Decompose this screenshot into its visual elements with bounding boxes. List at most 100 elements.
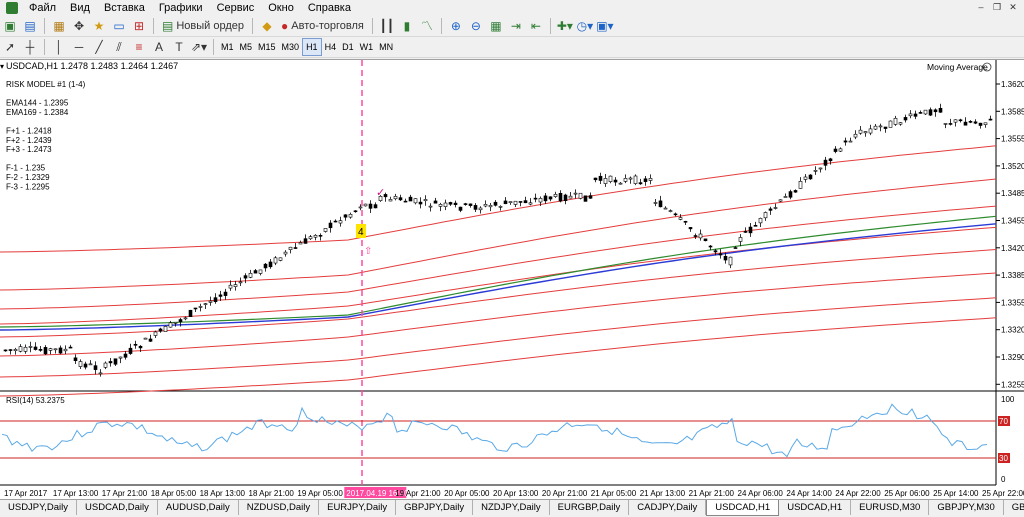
candle-body: [218, 294, 223, 297]
new-order-label: Новый ордер: [176, 20, 244, 32]
restore-icon[interactable]: ❐: [990, 1, 1004, 13]
candle-body: [238, 281, 243, 284]
strategy-tester-button[interactable]: ⊞: [130, 17, 148, 35]
timeframe-h4[interactable]: H4: [322, 39, 340, 55]
timeframe-mn[interactable]: MN: [376, 39, 396, 55]
timeframe-d1[interactable]: D1: [339, 39, 357, 55]
menu-tools[interactable]: Сервис: [210, 0, 262, 16]
candlestick-button[interactable]: ▮: [398, 17, 416, 35]
menu-view[interactable]: Вид: [63, 0, 97, 16]
candle-body: [738, 237, 743, 242]
menu-charts[interactable]: Графики: [152, 0, 210, 16]
candle-body: [23, 346, 28, 352]
new-chart-button[interactable]: ▣: [1, 17, 19, 35]
close-icon[interactable]: ✕: [1006, 1, 1020, 13]
indicators-button[interactable]: ✚▾: [556, 17, 574, 35]
templates-button[interactable]: ▣▾: [596, 17, 614, 35]
chart-tab[interactable]: GBPJPY,Daily: [396, 500, 474, 515]
market-watch-button[interactable]: ▦: [50, 17, 68, 35]
menu-help[interactable]: Справка: [301, 0, 358, 16]
timeframe-m30[interactable]: M30: [279, 39, 303, 55]
chart-tab[interactable]: CADJPY,Daily: [629, 500, 707, 515]
chart-tab[interactable]: EURGBP,Daily: [550, 500, 630, 515]
profiles-button[interactable]: ▤: [21, 17, 39, 35]
timeframe-m5[interactable]: M5: [237, 39, 256, 55]
zoom-in-button[interactable]: ⊕: [447, 17, 465, 35]
auto-scroll-button[interactable]: ⇥: [507, 17, 525, 35]
candle-body: [523, 200, 528, 204]
time-tick-label: 20 Apr 13:00: [493, 489, 539, 498]
chart-shift-button[interactable]: ⇤: [527, 17, 545, 35]
chart-window[interactable]: 4 ✓ ⇧ RSI(14) 53.2375 100 70 30 0 USDCAD,H1 …: [0, 59, 1024, 500]
candle-body: [83, 363, 88, 368]
chart-tab[interactable]: GBPJPY,M30: [929, 500, 1004, 515]
chart-tab[interactable]: EURJPY,Daily: [319, 500, 397, 515]
arrows-button[interactable]: ⇗▾: [190, 38, 208, 56]
menu-window[interactable]: Окно: [261, 0, 301, 16]
chart-tab[interactable]: EURUSD,M30: [851, 500, 930, 515]
chart-tab[interactable]: NZDUSD,Daily: [239, 500, 320, 515]
chart-tab[interactable]: NZDJPY,Daily: [473, 500, 550, 515]
zoom-out-button[interactable]: ⊖: [467, 17, 485, 35]
collapse-arrow-icon[interactable]: ▾: [0, 62, 4, 71]
horizontal-line-button[interactable]: ─: [70, 38, 88, 56]
time-tick-label: 18 Apr 13:00: [200, 489, 246, 498]
chart-canvas[interactable]: 4 ✓ ⇧ RSI(14) 53.2375 100 70 30 0 USDCAD,H1 …: [0, 60, 1024, 500]
candle-body: [88, 363, 93, 366]
fibonacci-button[interactable]: ≡: [130, 38, 148, 56]
crosshair-button[interactable]: ┼: [21, 38, 39, 56]
toolbar-separator: [213, 39, 214, 55]
bar-chart-button[interactable]: ┃┃: [378, 17, 396, 35]
new-order-button[interactable]: ▤ Новый ордер: [159, 17, 247, 35]
candle-body: [373, 204, 378, 209]
chart-tab[interactable]: USDCAD,H1: [706, 500, 780, 516]
candle-body: [583, 195, 588, 202]
channel-button[interactable]: ⫽: [110, 38, 128, 56]
periods-button[interactable]: ◷▾: [576, 17, 594, 35]
timeframe-h1[interactable]: H1: [302, 38, 322, 56]
candle-body: [973, 121, 978, 124]
candle-body: [513, 200, 518, 205]
timeframe-m15[interactable]: M15: [255, 39, 279, 55]
candle-body: [438, 204, 443, 207]
candle-body: [73, 357, 78, 362]
candle-body: [153, 331, 158, 336]
text-label-button[interactable]: T: [170, 38, 188, 56]
menu-file[interactable]: Файл: [22, 0, 63, 16]
new-order-icon: ▤: [162, 19, 174, 33]
chart-tab[interactable]: USDJPY,Daily: [0, 500, 78, 515]
candle-body: [398, 197, 403, 201]
metaeditor-button[interactable]: ◆: [258, 17, 276, 35]
trendline-button[interactable]: ╱: [90, 38, 108, 56]
tile-windows-button[interactable]: ▦: [487, 17, 505, 35]
chart-tab[interactable]: USDCAD,H1: [779, 500, 852, 515]
chart-tab[interactable]: AUDUSD,Daily: [158, 500, 239, 515]
candle-body: [168, 322, 173, 328]
candle-body: [338, 220, 343, 224]
line-chart-button[interactable]: 〽: [418, 17, 436, 35]
data-window-button[interactable]: ✥: [70, 17, 88, 35]
navigator-button[interactable]: ★: [90, 17, 108, 35]
chart-tab[interactable]: GBPUSD,M30: [1004, 500, 1024, 515]
auto-trading-button[interactable]: ● Авто-торговля: [278, 17, 367, 35]
timeframe-m1[interactable]: M1: [218, 39, 237, 55]
price-tick-label: 1.3290: [1001, 353, 1024, 362]
timeframe-w1[interactable]: W1: [357, 39, 377, 55]
chart-tab[interactable]: USDCAD,Daily: [77, 500, 158, 515]
candle-body: [213, 297, 218, 303]
terminal-button[interactable]: ▭: [110, 17, 128, 35]
candle-body: [808, 174, 813, 180]
toolbar-separator: [44, 18, 45, 34]
cursor-button[interactable]: ➚: [1, 38, 19, 56]
vertical-line-button[interactable]: │: [50, 38, 68, 56]
menu-insert[interactable]: Вставка: [97, 0, 152, 16]
minimize-icon[interactable]: –: [974, 1, 988, 13]
candle-body: [363, 203, 368, 207]
candle-body: [108, 361, 113, 364]
text-button[interactable]: A: [150, 38, 168, 56]
price-tick-label: 1.3585: [1001, 107, 1024, 116]
candle-body: [853, 133, 858, 138]
candle-body: [828, 158, 833, 162]
candle-body: [248, 272, 253, 278]
line-chart-icon: 〽: [420, 19, 433, 33]
